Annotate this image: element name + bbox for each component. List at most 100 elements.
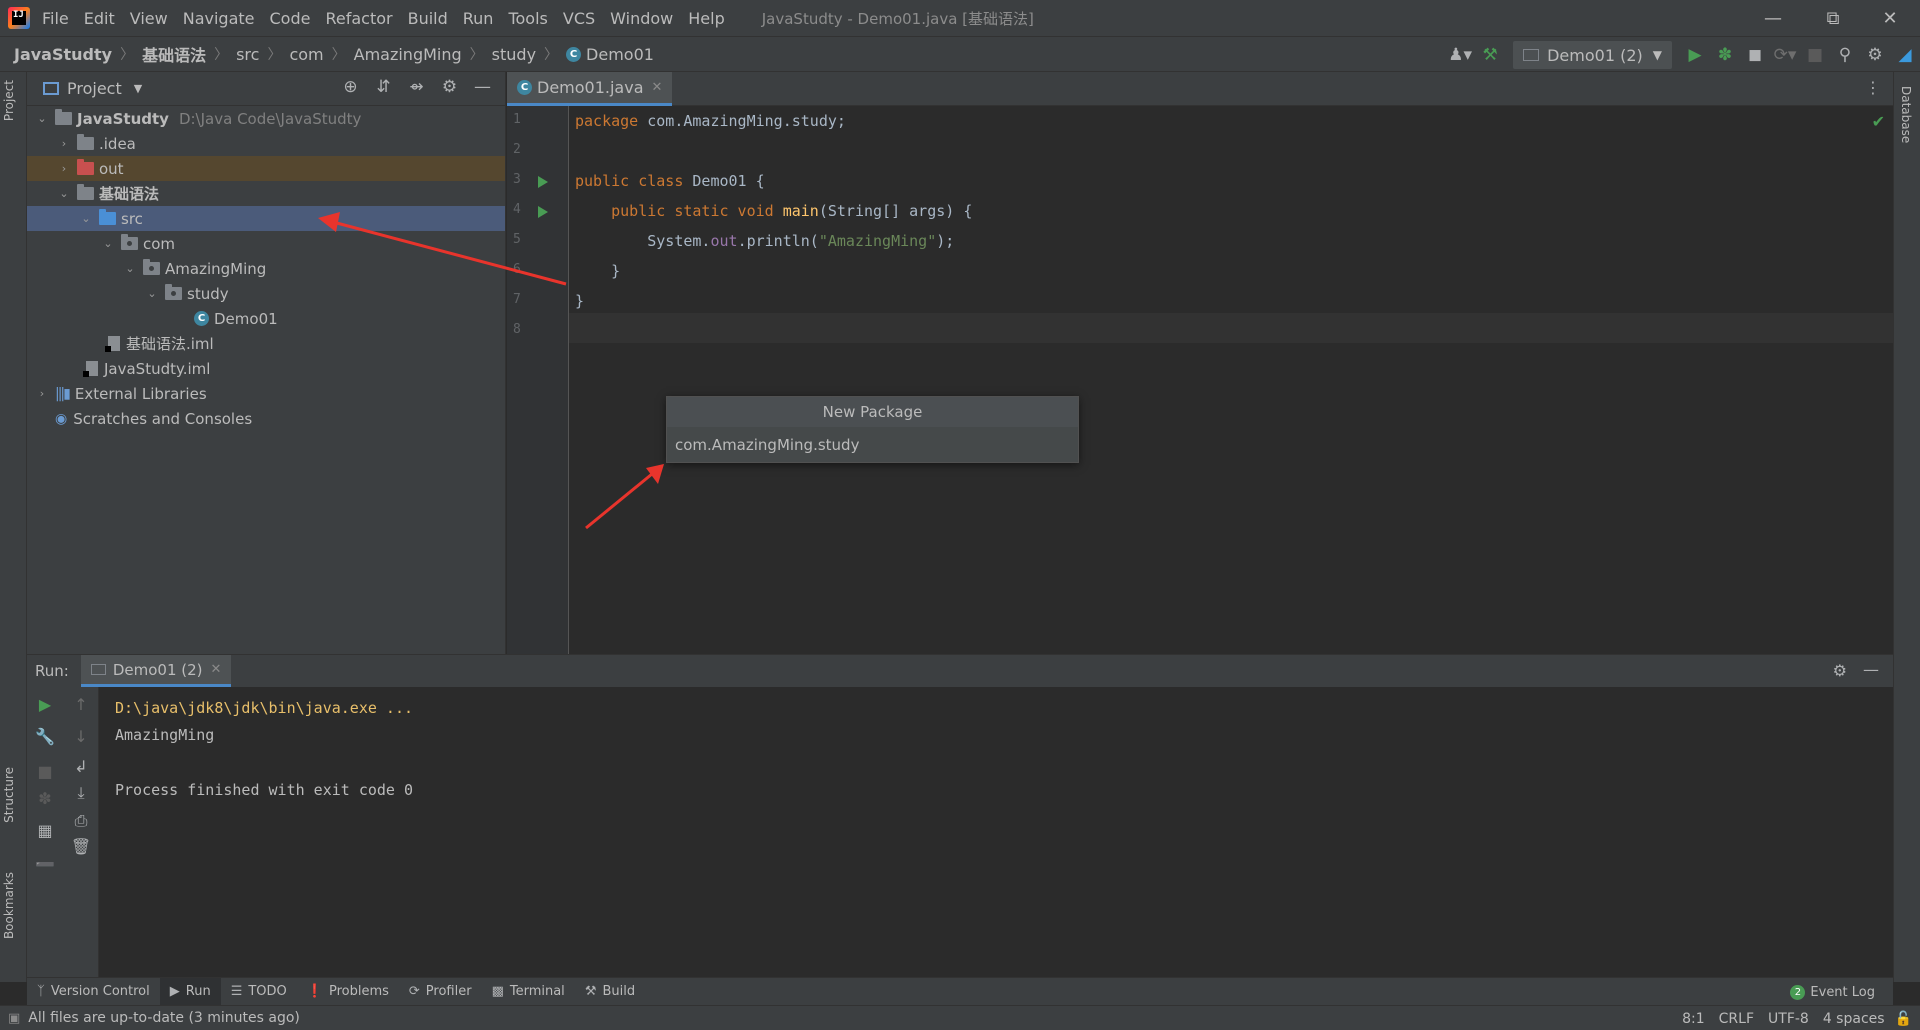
version-control-tool-button[interactable]: ᛉ Version Control: [27, 978, 160, 1006]
chevron-down-icon[interactable]: ⌄: [35, 112, 49, 125]
code-line[interactable]: }: [575, 292, 584, 310]
tree-item-project-root[interactable]: ⌄ JavaStudty D:\Java Code\JavaStudty: [27, 106, 505, 131]
chevron-down-icon[interactable]: ⌄: [101, 237, 115, 250]
structure-tool-tab[interactable]: Structure: [2, 767, 16, 823]
tree-item-src[interactable]: ⌄ src: [27, 206, 505, 231]
breadcrumb-src[interactable]: src: [236, 45, 259, 64]
menu-code[interactable]: Code: [270, 9, 311, 28]
code-line[interactable]: public class Demo01 {: [575, 172, 765, 190]
menu-build[interactable]: Build: [408, 9, 448, 28]
locate-file-icon[interactable]: ⊕: [334, 77, 367, 97]
settings-gear-icon[interactable]: ⚙: [433, 77, 466, 97]
breadcrumb-project[interactable]: JavaStudty: [14, 45, 112, 64]
project-view-select[interactable]: Project: [67, 79, 122, 98]
package-name-input[interactable]: [667, 427, 1078, 462]
lock-icon[interactable]: 🔓: [1895, 1011, 1912, 1027]
profile-icon[interactable]: ⟳▾: [1770, 40, 1800, 70]
soft-wrap-icon[interactable]: ↲: [63, 757, 99, 776]
breadcrumb-module[interactable]: 基础语法: [142, 42, 206, 66]
bookmarks-tool-tab[interactable]: Bookmarks: [2, 872, 16, 939]
restore-button[interactable]: ⧉: [1803, 0, 1863, 36]
layout-icon[interactable]: ▦: [27, 821, 63, 840]
chevron-down-icon[interactable]: ⌄: [123, 262, 137, 275]
chevron-right-icon[interactable]: ›: [57, 137, 71, 150]
chevron-right-icon[interactable]: ›: [35, 387, 49, 400]
menu-run[interactable]: Run: [463, 9, 494, 28]
chevron-down-icon[interactable]: ⌄: [79, 212, 93, 225]
toggle-tool-windows-icon[interactable]: ▣: [8, 1011, 20, 1026]
problems-tool-button[interactable]: ❗ Problems: [297, 978, 399, 1006]
expand-all-icon[interactable]: ⇵: [367, 77, 400, 97]
chevron-down-icon[interactable]: ▼: [134, 82, 142, 95]
close-tab-icon[interactable]: ✕: [211, 662, 222, 677]
stop-icon[interactable]: ■: [1800, 40, 1830, 70]
todo-tool-button[interactable]: ☰ TODO: [221, 978, 297, 1006]
run-tab-demo01[interactable]: Demo01 (2) ✕: [80, 655, 232, 687]
run-icon[interactable]: ▶: [1680, 40, 1710, 70]
more-options-icon[interactable]: ⋮: [1865, 78, 1881, 97]
tree-item-module-iml[interactable]: 基础语法.iml: [27, 331, 505, 356]
database-tool-tab[interactable]: Database: [1899, 86, 1913, 143]
menu-file[interactable]: File: [42, 9, 69, 28]
tree-item-scratches[interactable]: ◉ Scratches and Consoles: [27, 406, 505, 431]
menu-edit[interactable]: Edit: [84, 9, 115, 28]
breadcrumb-com[interactable]: com: [289, 45, 323, 64]
code-line[interactable]: }: [575, 262, 620, 280]
breadcrumb-class[interactable]: Demo01: [586, 45, 654, 64]
file-encoding[interactable]: UTF-8: [1768, 1011, 1809, 1027]
run-tool-button[interactable]: ▶ Run: [159, 977, 221, 1006]
build-hammer-icon[interactable]: ⚒: [1475, 40, 1505, 70]
print-icon[interactable]: ⎙: [63, 811, 99, 831]
caret-position[interactable]: 8:1: [1682, 1011, 1705, 1027]
tree-item-demo01[interactable]: C Demo01: [27, 306, 505, 331]
trash-icon[interactable]: 🗑: [63, 837, 99, 856]
arrow-down-icon[interactable]: ↓: [63, 727, 99, 746]
wrench-icon[interactable]: 🔧: [27, 727, 63, 746]
tree-item-out[interactable]: › out: [27, 156, 505, 181]
plugin-logo-icon[interactable]: ◢: [1890, 40, 1920, 70]
run-configuration-select[interactable]: Demo01 (2) ▼: [1513, 41, 1672, 69]
menu-refactor[interactable]: Refactor: [325, 9, 392, 28]
terminal-tool-button[interactable]: ▩ Terminal: [482, 978, 575, 1006]
code-line[interactable]: System.out.println("AmazingMing");: [575, 232, 954, 250]
close-window-button[interactable]: ✕: [1860, 0, 1920, 36]
indent-setting[interactable]: 4 spaces: [1823, 1011, 1885, 1027]
breadcrumb-amazingming[interactable]: AmazingMing: [354, 45, 462, 64]
code-line[interactable]: package com.AmazingMing.study;: [575, 112, 846, 130]
chevron-down-icon[interactable]: ⌄: [145, 287, 159, 300]
rerun-icon[interactable]: ▶: [27, 695, 63, 714]
debug-icon[interactable]: ✽: [27, 789, 63, 808]
tree-item-external-libraries[interactable]: › |||▮ External Libraries: [27, 381, 505, 406]
editor-tab-demo01[interactable]: C Demo01.java ✕: [507, 72, 673, 106]
code-editor[interactable]: 1 2 3 4 5 6 7 8 package com.AmazingMing.…: [507, 106, 1893, 654]
menu-tools[interactable]: Tools: [508, 9, 547, 28]
settings-gear-icon[interactable]: ⚙: [1833, 661, 1847, 680]
tree-item-idea[interactable]: › .idea: [27, 131, 505, 156]
tree-item-amazingming[interactable]: ⌄ AmazingMing: [27, 256, 505, 281]
tree-item-project-iml[interactable]: JavaStudty.iml: [27, 356, 505, 381]
tree-item-module[interactable]: ⌄ 基础语法: [27, 181, 505, 206]
stop-icon[interactable]: ■: [27, 762, 63, 781]
event-log-tool-button[interactable]: 2 Event Log: [1790, 978, 1875, 1006]
breadcrumb-study[interactable]: study: [492, 45, 536, 64]
project-tool-tab[interactable]: Project: [2, 80, 16, 121]
menu-navigate[interactable]: Navigate: [183, 9, 255, 28]
search-icon[interactable]: ⚲: [1830, 40, 1860, 70]
collapse-all-icon[interactable]: ⇴: [400, 77, 433, 97]
hide-panel-icon[interactable]: —: [1863, 660, 1879, 679]
settings-gear-icon[interactable]: ⚙: [1860, 40, 1890, 70]
run-main-gutter-icon[interactable]: [538, 206, 548, 218]
hide-panel-icon[interactable]: —: [466, 77, 499, 97]
minimize-button[interactable]: —: [1743, 0, 1803, 36]
user-icon[interactable]: ♟▾: [1445, 40, 1475, 70]
chevron-right-icon[interactable]: ›: [57, 162, 71, 175]
code-line[interactable]: public static void main(String[] args) {: [575, 202, 972, 220]
pin-icon[interactable]: ➖: [27, 855, 63, 874]
menu-help[interactable]: Help: [688, 9, 724, 28]
line-separator[interactable]: CRLF: [1719, 1011, 1754, 1027]
menu-window[interactable]: Window: [610, 9, 673, 28]
build-tool-button[interactable]: ⚒ Build: [575, 978, 645, 1006]
close-tab-icon[interactable]: ✕: [652, 80, 663, 95]
arrow-up-icon[interactable]: ↑: [63, 695, 99, 714]
menu-vcs[interactable]: VCS: [563, 9, 595, 28]
